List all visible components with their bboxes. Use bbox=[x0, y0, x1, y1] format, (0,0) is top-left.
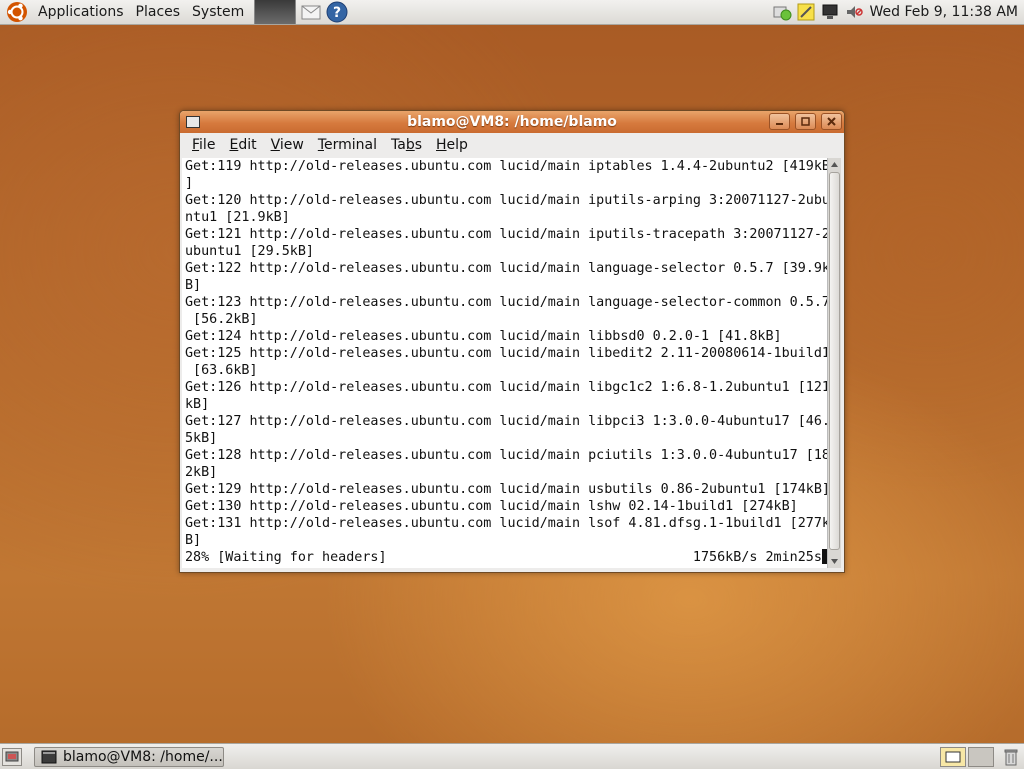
terminal-line: 5kB] bbox=[185, 431, 218, 446]
terminal-window-icon[interactable] bbox=[186, 116, 200, 128]
terminal-line: ubuntu1 [29.5kB] bbox=[185, 244, 314, 259]
trash-icon[interactable] bbox=[1000, 747, 1022, 767]
terminal-line: [63.6kB] bbox=[185, 363, 258, 378]
terminal-scrollbar[interactable] bbox=[827, 158, 841, 568]
display-icon[interactable] bbox=[820, 2, 840, 22]
terminal-line: Get:131 http://old-releases.ubuntu.com l… bbox=[185, 516, 827, 531]
terminal-line: Get:129 http://old-releases.ubuntu.com l… bbox=[185, 482, 827, 497]
menu-tabs-post: s bbox=[414, 137, 423, 153]
system-menu[interactable]: System bbox=[186, 0, 250, 24]
mail-launcher-icon[interactable] bbox=[300, 1, 322, 23]
terminal-output[interactable]: Get:119 http://old-releases.ubuntu.com l… bbox=[182, 158, 827, 568]
scroll-down-arrow-icon[interactable] bbox=[828, 555, 841, 568]
terminal-line: [56.2kB] bbox=[185, 312, 258, 327]
top-panel: Applications Places System ? Wed Feb 9, … bbox=[0, 0, 1024, 25]
menu-file-rest: ile bbox=[199, 137, 216, 153]
maximize-button[interactable] bbox=[795, 113, 816, 130]
workspace-2[interactable] bbox=[968, 746, 994, 767]
terminal-line: Get:130 http://old-releases.ubuntu.com l… bbox=[185, 499, 798, 514]
menu-tabs[interactable]: Tabs bbox=[384, 133, 429, 157]
apt-status-line: 28% [Waiting for headers] 1756kB/s 2min2… bbox=[185, 549, 827, 565]
menu-help-rest: elp bbox=[446, 137, 468, 153]
help-launcher-icon[interactable]: ? bbox=[326, 1, 348, 23]
bottom-panel: blamo@VM8: /home/... bbox=[0, 743, 1024, 769]
menu-terminal[interactable]: Terminal bbox=[311, 133, 384, 157]
menu-view[interactable]: View bbox=[264, 133, 311, 157]
clock[interactable]: Wed Feb 9, 11:38 AM bbox=[866, 4, 1024, 20]
taskbar-task-label: blamo@VM8: /home/... bbox=[63, 748, 223, 765]
notes-icon[interactable] bbox=[796, 2, 816, 22]
taskbar-terminal-button[interactable]: blamo@VM8: /home/... bbox=[34, 746, 224, 767]
terminal-line: Get:126 http://old-releases.ubuntu.com l… bbox=[185, 380, 827, 395]
window-titlebar[interactable]: blamo@VM8: /home/blamo bbox=[180, 111, 844, 133]
terminal-line: Get:127 http://old-releases.ubuntu.com l… bbox=[185, 414, 827, 429]
terminal-line: Get:124 http://old-releases.ubuntu.com l… bbox=[185, 329, 782, 344]
workspace-1[interactable] bbox=[940, 746, 966, 767]
menu-tabs-mnemonic: b bbox=[405, 137, 415, 153]
menu-terminal-rest: erminal bbox=[324, 137, 377, 153]
places-menu[interactable]: Places bbox=[130, 0, 187, 24]
terminal-line: Get:120 http://old-releases.ubuntu.com l… bbox=[185, 193, 827, 208]
terminal-text: Get:119 http://old-releases.ubuntu.com l… bbox=[182, 158, 827, 566]
menu-tabs-pre: Ta bbox=[391, 137, 406, 153]
terminal-line: Get:122 http://old-releases.ubuntu.com l… bbox=[185, 261, 827, 276]
terminal-launcher-icon[interactable] bbox=[254, 0, 297, 24]
terminal-line: Get:125 http://old-releases.ubuntu.com l… bbox=[185, 346, 827, 361]
terminal-line: Get:128 http://old-releases.ubuntu.com l… bbox=[185, 448, 827, 463]
minimize-icon bbox=[776, 123, 783, 125]
menu-edit-rest: dit bbox=[238, 137, 257, 153]
ubuntu-logo-icon[interactable] bbox=[6, 1, 28, 23]
close-icon bbox=[827, 117, 836, 126]
menu-edit-mnemonic: E bbox=[229, 137, 239, 153]
maximize-icon bbox=[801, 117, 810, 126]
close-button[interactable] bbox=[821, 113, 842, 130]
menu-help-mnemonic: H bbox=[436, 137, 447, 153]
scroll-thumb[interactable] bbox=[829, 172, 840, 550]
terminal-task-icon bbox=[41, 750, 57, 763]
applications-menu[interactable]: Applications bbox=[32, 0, 130, 24]
show-desktop-icon bbox=[5, 751, 19, 761]
svg-text:?: ? bbox=[333, 5, 341, 21]
volume-icon[interactable] bbox=[844, 2, 864, 22]
terminal-line: 2kB] bbox=[185, 465, 218, 480]
menu-file[interactable]: File bbox=[185, 133, 222, 157]
scroll-up-arrow-icon[interactable] bbox=[828, 158, 841, 171]
menu-file-mnemonic: F bbox=[192, 137, 200, 153]
minimize-button[interactable] bbox=[769, 113, 790, 130]
terminal-menubar: File Edit View Terminal Tabs Help bbox=[180, 133, 844, 157]
terminal-line: B] bbox=[185, 278, 202, 293]
terminal-line: ntu1 [21.9kB] bbox=[185, 210, 290, 225]
terminal-line: ] bbox=[185, 176, 194, 191]
menu-edit[interactable]: Edit bbox=[222, 133, 263, 157]
terminal-line: kB] bbox=[185, 397, 210, 412]
terminal-window: blamo@VM8: /home/blamo File Edit View Te… bbox=[179, 110, 845, 573]
terminal-line: Get:121 http://old-releases.ubuntu.com l… bbox=[185, 227, 827, 242]
menu-view-mnemonic: V bbox=[270, 137, 280, 153]
workspace-window-icon bbox=[945, 751, 961, 762]
menu-help[interactable]: Help bbox=[429, 133, 475, 157]
terminal-line: Get:123 http://old-releases.ubuntu.com l… bbox=[185, 295, 827, 310]
apt-status-text: 28% [Waiting for headers] 1756kB/s 2min2… bbox=[185, 550, 822, 565]
menu-view-rest: iew bbox=[279, 137, 304, 153]
terminal-line: Get:119 http://old-releases.ubuntu.com l… bbox=[185, 159, 827, 174]
show-desktop-button[interactable] bbox=[2, 747, 22, 766]
window-title: blamo@VM8: /home/blamo bbox=[407, 114, 617, 130]
network-icon[interactable] bbox=[772, 2, 792, 22]
terminal-line: B] bbox=[185, 533, 202, 548]
